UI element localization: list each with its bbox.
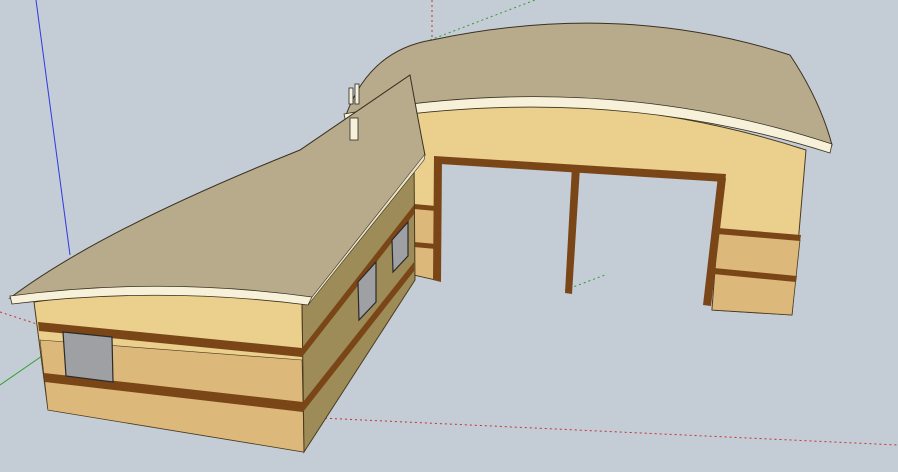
modeling-viewport[interactable] [0, 0, 898, 472]
door-left-post [433, 156, 442, 282]
red-axis-dotted-2 [319, 417, 898, 446]
scene-canvas[interactable] [0, 0, 898, 472]
garage-door-opening [433, 156, 726, 306]
green-axis [0, 355, 43, 386]
right-wing[interactable] [343, 22, 833, 316]
end-wall-window[interactable] [62, 331, 114, 383]
blue-axis [35, 0, 71, 256]
door-center-post [565, 166, 580, 294]
left-wing[interactable] [8, 74, 426, 454]
red-axis-dotted [0, 311, 41, 326]
